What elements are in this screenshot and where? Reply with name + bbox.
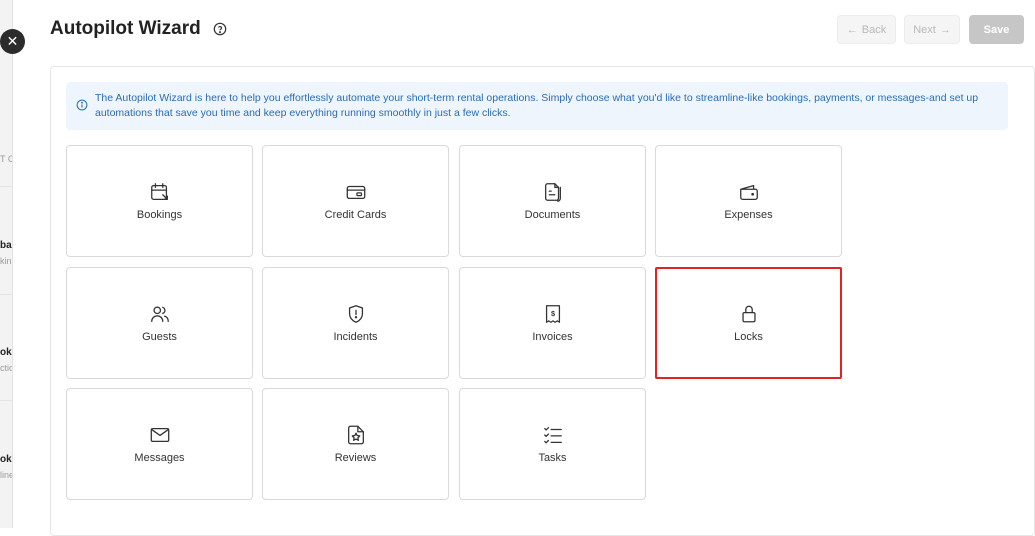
tile-tasks[interactable]: Tasks: [459, 388, 646, 500]
tile-guests[interactable]: Guests: [66, 267, 253, 379]
tile-label: Guests: [142, 331, 177, 343]
tile-label: Reviews: [334, 452, 377, 464]
tile-label: Bookings: [136, 209, 183, 221]
tile-incidents[interactable]: Incidents: [262, 267, 449, 379]
tile-invoices[interactable]: $ Invoices: [459, 267, 646, 379]
next-button-label: Next: [913, 23, 936, 36]
tile-label: Messages: [134, 452, 185, 464]
save-button-label: Save: [983, 23, 1010, 36]
checklist-icon: [543, 427, 562, 444]
back-button[interactable]: ← Back: [837, 15, 896, 44]
receipt-icon: $: [545, 305, 560, 323]
shield-alert-icon: [348, 305, 363, 323]
info-banner: The Autopilot Wizard is here to help you…: [66, 82, 1008, 130]
tile-label: Invoices: [532, 331, 573, 343]
background-text: T C: [0, 154, 13, 164]
tile-label: Tasks: [538, 452, 567, 464]
tile-expenses[interactable]: Expenses: [655, 145, 842, 257]
review-star-icon: [347, 425, 364, 445]
tile-label: Documents: [524, 209, 581, 221]
info-text: The Autopilot Wizard is here to help you…: [95, 92, 979, 119]
tile-messages[interactable]: Messages: [66, 388, 253, 500]
tile-label: Incidents: [333, 331, 378, 343]
tile-label: Credit Cards: [324, 209, 387, 221]
background-text: ok: [0, 454, 12, 465]
background-text: kin: [0, 256, 12, 266]
background-text: ctio: [0, 363, 13, 373]
svg-text:$: $: [550, 309, 554, 318]
arrow-right-icon: →: [939, 23, 951, 36]
tile-label: Locks: [734, 331, 763, 343]
info-icon: [76, 99, 88, 111]
background-text: line: [0, 470, 13, 480]
background-text: ba: [0, 240, 12, 251]
tile-documents[interactable]: Documents: [459, 145, 646, 257]
tile-locks[interactable]: Locks: [655, 267, 842, 379]
tile-label: Expenses: [724, 209, 773, 221]
credit-card-icon: [346, 185, 365, 200]
tile-credit-cards[interactable]: Credit Cards: [262, 145, 449, 257]
documents-icon: [544, 183, 561, 202]
users-icon: [150, 306, 169, 322]
background-page: T C ba kin ok ctio ok line: [0, 0, 13, 528]
arrow-left-icon: ←: [846, 23, 858, 36]
mail-icon: [150, 427, 169, 443]
help-icon[interactable]: [213, 22, 227, 36]
tile-reviews[interactable]: Reviews: [262, 388, 449, 500]
tile-bookings[interactable]: Bookings: [66, 145, 253, 257]
back-button-label: Back: [861, 23, 887, 36]
page-title-text: Autopilot Wizard: [50, 18, 201, 39]
lock-icon: [741, 305, 756, 323]
page-title: Autopilot Wizard: [50, 18, 227, 40]
save-button[interactable]: Save: [969, 15, 1024, 44]
close-button[interactable]: ✕: [0, 29, 25, 54]
close-icon: ✕: [6, 33, 19, 49]
wallet-icon: [739, 184, 758, 200]
next-button[interactable]: Next →: [904, 15, 960, 44]
calendar-icon: [150, 183, 168, 200]
background-text: ok: [0, 347, 12, 358]
